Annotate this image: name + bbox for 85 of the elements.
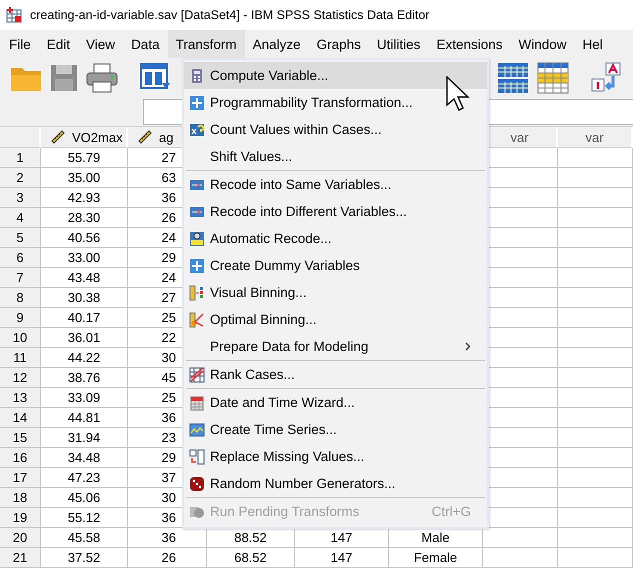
question-icon: [189, 122, 205, 138]
menu-item[interactable]: Compute Variable...: [184, 62, 487, 89]
menu-item[interactable]: File: [1, 30, 39, 58]
table-cell: 47.23: [41, 468, 128, 488]
table-cell: 45.58: [41, 528, 128, 548]
ruler-icon: [50, 129, 66, 145]
window-title: creating-an-id-variable.sav [DataSet4] - IBM SPSS Statistics Data Editor: [30, 8, 430, 22]
menu-item[interactable]: Graphs: [308, 30, 369, 58]
table-cell: 35.00: [41, 168, 128, 188]
column-header[interactable]: var: [558, 127, 633, 148]
table-cell: 55.12: [41, 508, 128, 528]
row-number[interactable]: 7: [0, 268, 41, 288]
row-number[interactable]: 20: [0, 528, 41, 548]
ruler-icon: [137, 129, 153, 145]
menu-item[interactable]: Data: [123, 30, 168, 58]
row-number[interactable]: 2: [0, 168, 41, 188]
table-cell: 38.76: [41, 368, 128, 388]
printer-icon[interactable]: [86, 63, 118, 93]
row-number[interactable]: 12: [0, 368, 41, 388]
column-header[interactable]: VO2max: [41, 127, 128, 148]
table-cell: 45.06: [41, 488, 128, 508]
row-number[interactable]: 8: [0, 288, 41, 308]
row-number[interactable]: 14: [0, 408, 41, 428]
table-cell: 147: [295, 548, 389, 568]
menu-item[interactable]: Extensions: [428, 30, 510, 58]
binning-icon: [189, 312, 205, 328]
row-number[interactable]: 4: [0, 208, 41, 228]
menu-item[interactable]: Rank Cases...: [184, 361, 487, 388]
line-chart-icon: [189, 422, 205, 438]
mouse-pointer-icon: [446, 76, 470, 112]
menu-item[interactable]: Transform: [168, 30, 245, 58]
menu-item[interactable]: Analyze: [244, 30, 309, 58]
plus-icon: [189, 94, 205, 110]
menu-item[interactable]: Edit: [38, 30, 78, 58]
auto-recode-icon: [189, 230, 205, 246]
table-cell: 34.48: [41, 448, 128, 468]
row-number[interactable]: 17: [0, 468, 41, 488]
table-cell: 42.93: [41, 188, 128, 208]
plus-icon: [189, 258, 205, 274]
table-cell: 31.94: [41, 428, 128, 448]
split-grid-icon[interactable]: [497, 62, 529, 94]
value-labels-icon[interactable]: [591, 62, 623, 94]
table-cell: 36.01: [41, 328, 128, 348]
save-icon[interactable]: [50, 64, 78, 92]
table-cell: 43.48: [41, 268, 128, 288]
table-cell: 44.81: [41, 408, 128, 428]
menu-item[interactable]: Utilities: [368, 30, 428, 58]
table-cell: 40.56: [41, 228, 128, 248]
row-number[interactable]: 18: [0, 488, 41, 508]
table-cell: 30.38: [41, 288, 128, 308]
chevron-right-icon: [465, 342, 471, 351]
row-number[interactable]: 13: [0, 388, 41, 408]
menu-item[interactable]: Window: [510, 30, 574, 58]
table-cell: Female: [389, 548, 483, 568]
menu-item[interactable]: Hel: [574, 30, 611, 58]
row-number[interactable]: 9: [0, 308, 41, 328]
table-cell: 68.52: [207, 548, 295, 568]
row-number[interactable]: 15: [0, 428, 41, 448]
menu-item[interactable]: Programmability Transformation...: [184, 89, 487, 116]
table-cell: 33.09: [41, 388, 128, 408]
menu-item[interactable]: View: [78, 30, 124, 58]
calculator-icon: [189, 68, 205, 84]
row-number[interactable]: 19: [0, 508, 41, 528]
table-cell: 40.17: [41, 308, 128, 328]
table-icon[interactable]: [537, 62, 569, 94]
row-number[interactable]: 6: [0, 248, 41, 268]
row-number[interactable]: 10: [0, 328, 41, 348]
row-number[interactable]: 3: [0, 188, 41, 208]
row-number[interactable]: 16: [0, 448, 41, 468]
replace-values-icon: [189, 448, 205, 464]
table-cell: 37.52: [41, 548, 128, 568]
rank-icon: [189, 366, 205, 382]
calendar-icon: [189, 394, 205, 410]
row-number[interactable]: 11: [0, 348, 41, 368]
row-number[interactable]: 21: [0, 548, 41, 568]
row-number[interactable]: 1: [0, 148, 41, 168]
table-cell: 28.30: [41, 208, 128, 228]
app-icon: [6, 7, 22, 23]
table-cell: 44.22: [41, 348, 128, 368]
table-cell: 33.00: [41, 248, 128, 268]
dice-icon: [189, 476, 205, 492]
table-cell: 55.79: [41, 148, 128, 168]
table-cell: 26: [128, 548, 207, 568]
row-number[interactable]: 5: [0, 228, 41, 248]
binning-icon: [189, 284, 205, 300]
